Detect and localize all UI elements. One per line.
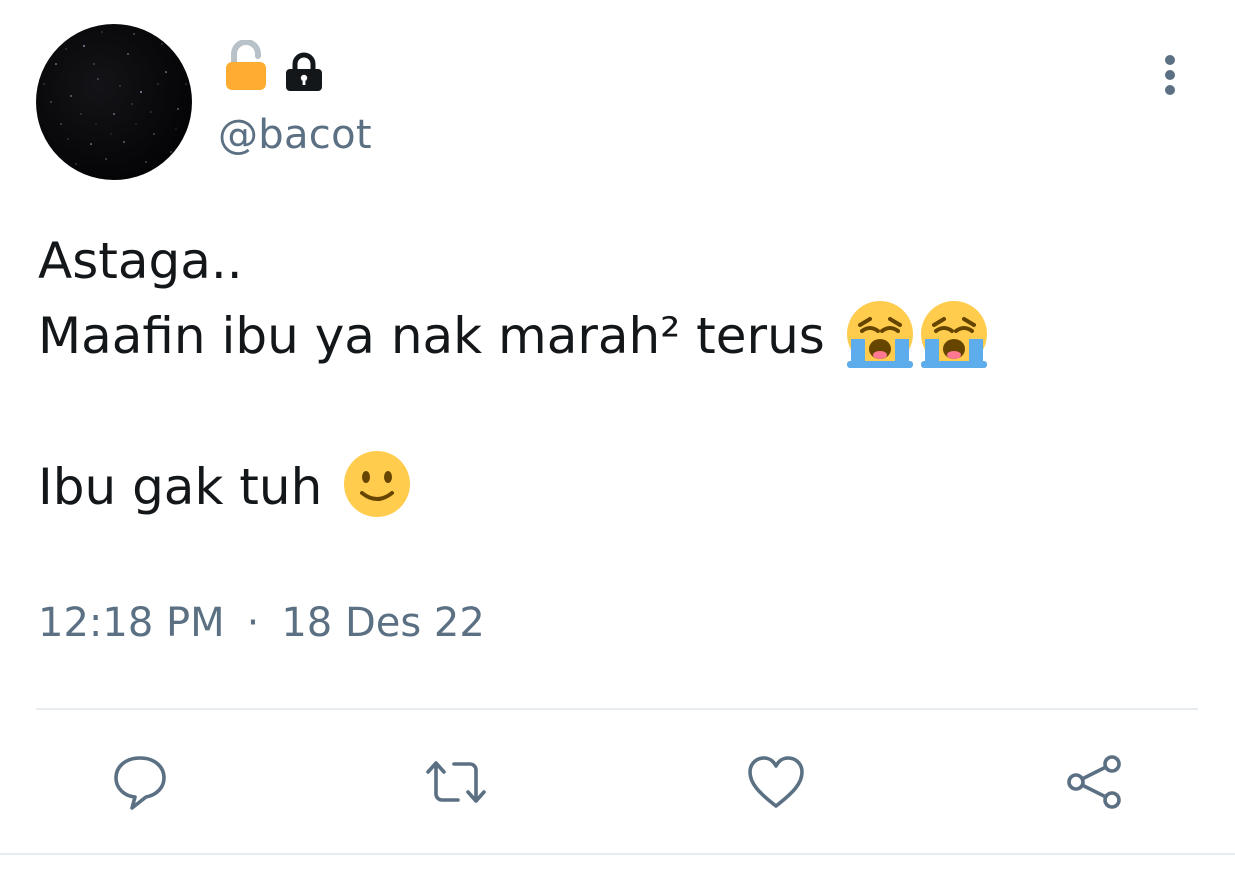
open-lock-emoji-icon — [224, 39, 268, 96]
tweet-date: 18 Des 22 — [281, 600, 485, 646]
tweet-time: 12:18 PM — [38, 600, 225, 646]
slightly-smiling-face-icon — [342, 449, 412, 519]
tweet-line: Maafin ibu ya nak marah² terus — [38, 299, 1198, 375]
user-handle[interactable]: @bacot — [218, 112, 372, 158]
retweet-button[interactable] — [424, 750, 488, 814]
tweet-line-3-text: Ibu gak tuh — [38, 457, 323, 516]
action-bar — [0, 740, 1235, 824]
bottom-border — [0, 853, 1235, 855]
tweet-line-1-text: Astaga.. — [38, 232, 243, 290]
reply-icon — [114, 756, 166, 810]
share-icon — [1067, 755, 1121, 809]
reply-button[interactable] — [108, 750, 172, 814]
tweet-card: @bacot Astaga.. Maafin ibu ya nak marah²… — [0, 0, 1235, 873]
tweet-line-2-text: Maafin ibu ya nak marah² terus — [38, 307, 825, 365]
loudly-crying-face-icon — [919, 299, 989, 369]
lock-emoji-icon — [284, 52, 324, 96]
meta-separator: · — [246, 600, 260, 646]
divider — [36, 708, 1198, 710]
retweet-icon — [426, 761, 486, 803]
tweet-line: Ibu gak tuh — [38, 450, 1198, 526]
loudly-crying-face-icon — [845, 299, 915, 369]
display-name[interactable] — [224, 39, 324, 96]
tweet-line: Astaga.. — [38, 224, 1198, 299]
share-button[interactable] — [1062, 750, 1126, 814]
tweet-text: Astaga.. Maafin ibu ya nak marah² terus — [38, 224, 1198, 525]
more-options-button[interactable] — [1148, 50, 1192, 100]
more-vertical-icon — [1165, 55, 1175, 95]
avatar[interactable] — [36, 24, 192, 180]
like-button[interactable] — [744, 750, 808, 814]
avatar-stars — [43, 31, 187, 165]
tweet-timestamp[interactable]: 12:18 PM · 18 Des 22 — [38, 600, 485, 646]
like-icon — [748, 756, 804, 808]
